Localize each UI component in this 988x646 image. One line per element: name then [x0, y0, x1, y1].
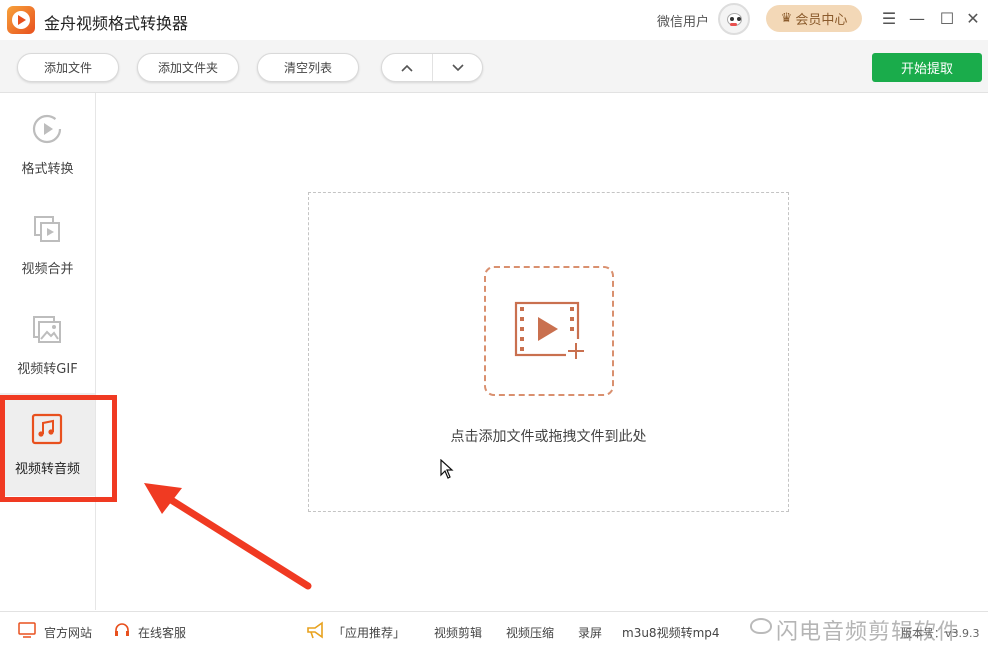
start-extract-button[interactable]: 开始提取 — [872, 53, 982, 82]
online-service-link[interactable]: 在线客服 — [138, 624, 186, 641]
video-edit-link[interactable]: 视频剪辑 — [434, 624, 482, 641]
add-video-icon — [514, 301, 586, 361]
sidebar: 格式转换 视频合并 视频转GIF 视频转音频 — [0, 93, 96, 610]
app-recommend-label: 「应用推荐」 — [333, 626, 406, 640]
version-label: 版本号：v3.9.3 — [901, 627, 980, 640]
merge-video-icon — [34, 216, 60, 242]
music-note-icon — [31, 413, 63, 445]
close-icon[interactable]: ✕ — [962, 8, 984, 30]
vip-center-label: 会员中心 — [795, 13, 848, 28]
sidebar-item-format-convert[interactable]: 格式转换 — [0, 93, 95, 193]
app-logo-icon — [7, 6, 35, 34]
add-folder-button[interactable]: 添加文件夹 — [137, 53, 239, 82]
crown-icon: ♛ — [780, 11, 793, 26]
clear-list-button[interactable]: 清空列表 — [257, 53, 359, 82]
minimize-icon[interactable]: — — [906, 8, 928, 30]
sidebar-item-label: 格式转换 — [21, 162, 74, 177]
avatar[interactable] — [718, 3, 750, 35]
sidebar-item-video-to-gif[interactable]: 视频转GIF — [0, 293, 95, 393]
image-gif-icon — [33, 316, 61, 343]
m3u8-to-mp4-link[interactable]: m3u8视频转mp4 — [622, 624, 720, 641]
sidebar-item-video-to-audio[interactable]: 视频转音频 — [0, 393, 95, 496]
title-bar: 金舟视频格式转换器 微信用户 ♛ 会员中心 ☰ — ☐ ✕ — [0, 0, 988, 40]
footer: 官方网站 在线客服 「应用推荐」 视频剪辑 视频压缩 录屏 m3u8视频转mp4… — [0, 611, 988, 646]
menu-icon[interactable]: ☰ — [878, 8, 900, 30]
maximize-icon[interactable]: ☐ — [936, 8, 958, 30]
sidebar-item-video-merge[interactable]: 视频合并 — [0, 193, 95, 293]
toolbar: 添加文件 添加文件夹 清空列表 开始提取 — [0, 40, 988, 93]
app-title: 金舟视频格式转换器 — [44, 14, 189, 33]
add-video-icon-frame — [484, 266, 614, 396]
sidebar-item-label: 视频转音频 — [14, 462, 80, 477]
video-compress-link[interactable]: 视频压缩 — [506, 624, 554, 641]
megaphone-icon — [307, 621, 323, 639]
file-drop-zone[interactable]: 点击添加文件或拖拽文件到此处 — [308, 192, 789, 512]
official-site-link[interactable]: 官方网站 — [44, 624, 92, 641]
sidebar-item-label: 视频合并 — [21, 262, 74, 277]
screen-record-link[interactable]: 录屏 — [578, 624, 602, 641]
move-down-button[interactable] — [432, 54, 482, 81]
mouse-cursor-icon — [440, 459, 454, 479]
chevron-up-icon — [401, 64, 413, 72]
drop-zone-hint: 点击添加文件或拖拽文件到此处 — [450, 429, 647, 445]
monitor-icon — [18, 622, 36, 638]
red-arrow-annotation — [144, 483, 312, 590]
play-circle-icon — [32, 114, 62, 144]
move-up-button[interactable] — [382, 54, 432, 81]
watermark-logo-icon — [750, 618, 772, 634]
sidebar-item-label: 视频转GIF — [17, 362, 78, 377]
reorder-group — [381, 53, 483, 82]
chevron-down-icon — [451, 63, 464, 71]
vip-center-button[interactable]: ♛ 会员中心 — [766, 5, 862, 32]
add-file-button[interactable]: 添加文件 — [17, 53, 119, 82]
user-name[interactable]: 微信用户 — [657, 11, 709, 30]
headset-icon — [115, 623, 129, 636]
